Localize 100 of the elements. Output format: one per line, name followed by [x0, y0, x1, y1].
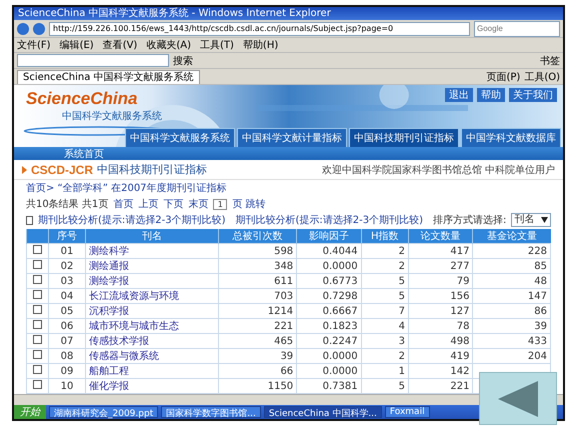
- menu-item[interactable]: 帮助(H): [242, 38, 278, 52]
- start-button[interactable]: 开始: [14, 405, 46, 419]
- table-cell: 598: [218, 244, 297, 258]
- logo: ScienceChina: [26, 89, 138, 109]
- menu-item[interactable]: 查看(V): [102, 38, 138, 52]
- column-header: 影响因子: [296, 229, 362, 244]
- pager-link[interactable]: 首页: [113, 197, 134, 211]
- result-summary: 共10条结果 共1页: [26, 198, 108, 211]
- journal-link[interactable]: 测绘科学: [85, 244, 218, 258]
- header-button[interactable]: 退出: [445, 88, 473, 102]
- logo-subtitle: 中国科学文献服务系统: [62, 110, 162, 123]
- journal-link[interactable]: 沉积学报: [85, 304, 218, 318]
- table-cell: 0.1823: [296, 318, 362, 334]
- heading-code: CSCD-JCR: [31, 162, 94, 176]
- header-button[interactable]: 关于我们: [509, 88, 557, 102]
- table-cell: 2: [361, 348, 408, 364]
- table-cell: 611: [218, 274, 297, 288]
- table-cell: 204: [472, 348, 550, 364]
- table-cell: 66: [218, 364, 297, 378]
- pager-link[interactable]: 上页: [138, 197, 158, 211]
- pager-link[interactable]: 下页: [163, 197, 184, 211]
- column-header: 基金论文量: [472, 229, 550, 244]
- sort-dropdown[interactable]: 刊名: [511, 213, 551, 227]
- journal-link[interactable]: 传感技术学报: [85, 334, 218, 348]
- table-cell: 48: [472, 274, 550, 288]
- journal-link[interactable]: 城市环境与城市生态: [85, 318, 218, 334]
- table-cell: 1: [361, 364, 408, 378]
- table-cell: 417: [408, 244, 473, 258]
- journal-link[interactable]: 长江流域资源与环境: [85, 288, 218, 304]
- command-button[interactable]: 页面(P): [486, 70, 520, 84]
- journal-link[interactable]: 船舶工程: [85, 364, 218, 378]
- table-cell: 228: [472, 244, 550, 258]
- page-field[interactable]: 1: [213, 198, 228, 210]
- welcome-text: 欢迎中国科学院国家科学图书馆总馆 中科院单位用户: [322, 164, 555, 176]
- table-cell: 498: [408, 334, 473, 348]
- table-cell: 86: [472, 304, 550, 318]
- table-cell: 78: [408, 318, 473, 334]
- compare-link[interactable]: 期刊比较分析(提示:请选择2-3个期刊比较): [236, 213, 424, 227]
- taskbar-button[interactable]: 湖南科研究会_2009.ppt: [49, 406, 158, 418]
- table-cell: 05: [48, 304, 86, 318]
- table-cell: 277: [408, 258, 473, 274]
- table-cell: 0.0000: [296, 348, 362, 364]
- table-cell: 465: [218, 334, 297, 348]
- nav-tab[interactable]: 中国科技期刊引证指标: [349, 128, 459, 147]
- menu-item[interactable]: 文件(F): [17, 38, 51, 52]
- command-button[interactable]: 工具(O): [524, 70, 560, 84]
- bookmarks-button[interactable]: 书签: [540, 54, 560, 68]
- table-cell: 142: [408, 364, 473, 378]
- table-cell: 703: [218, 288, 297, 304]
- table-cell: 348: [218, 258, 297, 274]
- table-cell: 1214: [218, 304, 297, 318]
- table-cell: 0.0000: [296, 258, 362, 274]
- compare-link[interactable]: 期刊比较分析(提示:请选择2-3个期刊比较): [38, 213, 226, 227]
- pager-link[interactable]: 末页: [188, 197, 208, 211]
- table-cell: 08: [48, 348, 86, 364]
- table-cell: 4: [361, 318, 408, 334]
- table-cell: 07: [48, 334, 86, 348]
- taskbar-button[interactable]: Foxmail: [384, 406, 430, 418]
- nav-link[interactable]: 系统首页: [64, 146, 104, 160]
- column-header: 序号: [48, 229, 86, 244]
- table-cell: 147: [472, 288, 550, 304]
- sort-label: 排序方式请选择:: [433, 214, 506, 227]
- browser-tab[interactable]: ScienceChina 中国科学文献服务系统: [17, 70, 200, 84]
- menu-item[interactable]: 编辑(E): [60, 38, 94, 52]
- table-cell: 02: [48, 258, 86, 274]
- table-cell: 06: [48, 318, 86, 334]
- column-header: H指数: [361, 229, 408, 244]
- breadcrumb: 首页> “全部学科” 在2007年度期刊引证指标: [26, 182, 227, 195]
- column-header: 刊名: [85, 229, 218, 244]
- taskbar-button[interactable]: ScienceChina 中国科学...: [264, 406, 382, 418]
- table-cell: 156: [408, 288, 473, 304]
- address-field[interactable]: http://159.226.100.156/ews_1443/http/cscdb.csdl.ac.cn/journals/Subject.jsp?page=0: [49, 22, 470, 36]
- table-cell: 03: [48, 274, 86, 288]
- table-cell: 39: [218, 348, 297, 364]
- taskbar-button[interactable]: 国家科学数字图书馆...: [161, 406, 261, 418]
- table-cell: 09: [48, 364, 86, 378]
- nav-tab[interactable]: 中国科学文献服务系统: [125, 128, 235, 147]
- journal-link[interactable]: 测绘通报: [85, 258, 218, 274]
- nav-tab[interactable]: 中国科学文献计量指标: [237, 128, 347, 147]
- column-header: 论文数量: [408, 229, 473, 244]
- menu-item[interactable]: 工具(T): [200, 38, 234, 52]
- table-cell: 221: [218, 318, 297, 334]
- table-cell: 2: [361, 258, 408, 274]
- nav-tab[interactable]: 中国学科文献数据库: [461, 128, 561, 147]
- table-cell: 419: [408, 348, 473, 364]
- table-cell: 5: [361, 274, 408, 288]
- table-cell: 0.2247: [296, 334, 362, 348]
- table-cell: 3: [361, 334, 408, 348]
- table-cell: 5: [361, 288, 408, 304]
- table-cell: 39: [472, 318, 550, 334]
- jump-link[interactable]: 页 跳转: [232, 197, 266, 211]
- header-button[interactable]: 帮助: [477, 88, 505, 102]
- page-heading: 中国科技期刊引证指标: [97, 162, 208, 177]
- journal-link[interactable]: 测绘学报: [85, 274, 218, 288]
- table-cell: 127: [408, 304, 473, 318]
- table-cell: 433: [472, 334, 550, 348]
- menu-item[interactable]: 收藏夹(A): [146, 38, 191, 52]
- journal-link[interactable]: 传感器与微系统: [85, 348, 218, 364]
- search-field[interactable]: Google: [474, 20, 560, 36]
- search-button[interactable]: 搜索: [173, 54, 193, 68]
